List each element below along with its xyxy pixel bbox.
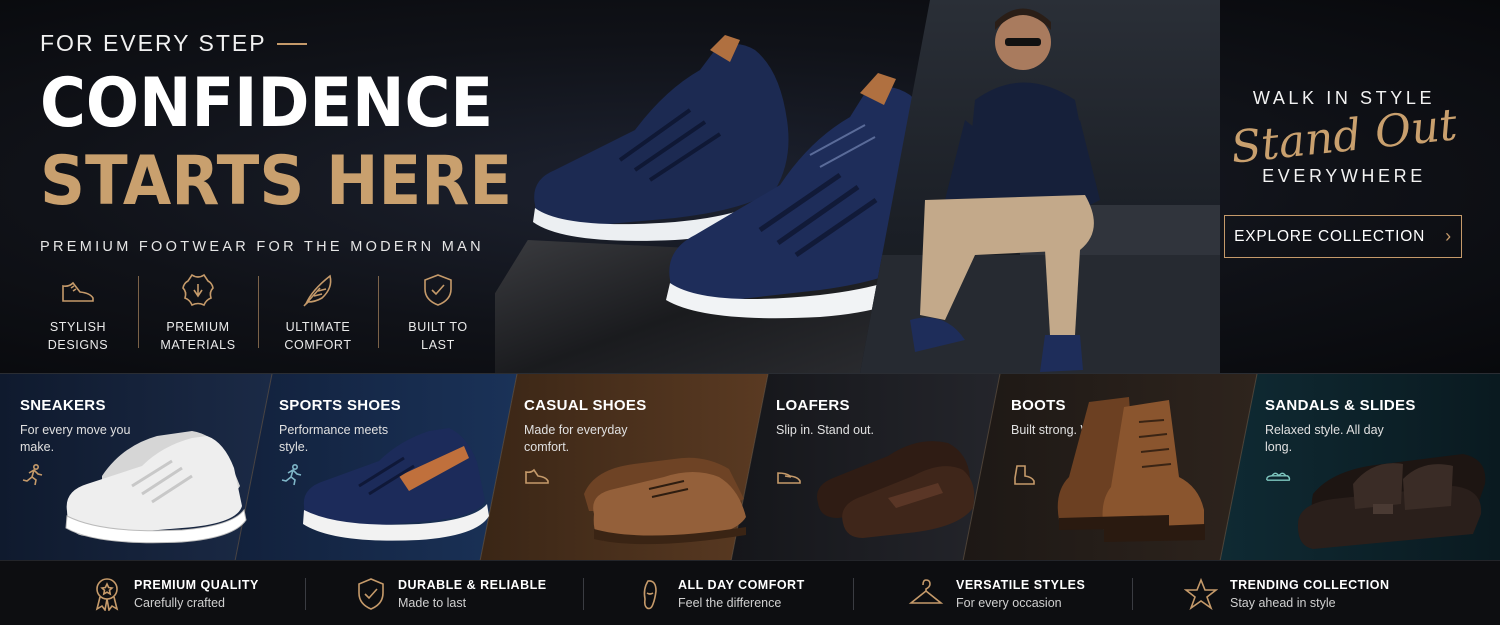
sandal-icon (1266, 472, 1291, 481)
shield-check-icon (424, 274, 452, 306)
benefit-sub: Stay ahead in style (1230, 595, 1336, 610)
benefit-title: VERSATILE STYLES (956, 577, 1086, 592)
tagline-script: Stand Out (1228, 99, 1460, 174)
star-icon (1184, 577, 1218, 610)
hero-copy: FOR EVERY STEP CONFIDENCE STARTS HERE PR… (40, 30, 513, 255)
headline-line-1: CONFIDENCE (40, 64, 494, 143)
category-casual-shoes[interactable]: CASUAL SHOES Made for everyday comfort. (504, 374, 754, 560)
eyebrow-rule (276, 42, 307, 45)
brown-casual-shoe-image (584, 457, 746, 545)
benefit-title: PREMIUM QUALITY (134, 577, 259, 592)
shield-check-icon (358, 577, 384, 610)
benefit-durable-reliable: DURABLE & RELIABLE Made to last (356, 561, 547, 625)
benefit-sub: Feel the difference (678, 595, 782, 610)
explore-collection-button[interactable]: EXPLORE COLLECTION › (1224, 215, 1462, 258)
category-loafers[interactable]: LOAFERS Slip in. Stand out. (756, 374, 991, 560)
benefit-title: DURABLE & RELIABLE (398, 577, 547, 592)
award-icon (95, 577, 119, 611)
category-sneakers[interactable]: SNEAKERS For every move you make. (0, 374, 250, 560)
footprint-icon (643, 579, 657, 609)
feature-built-to-last: BUILT TO LAST (378, 272, 498, 354)
shoe-icon (525, 468, 549, 484)
hero-banner: FOR EVERY STEP CONFIDENCE STARTS HERE PR… (0, 0, 1500, 373)
eyebrow-line: FOR EVERY STEP (40, 30, 500, 57)
black-sandal-image (1297, 454, 1486, 549)
hero-tagline: WALK IN STYLE Stand Out EVERYWHERE EXPLO… (1224, 88, 1464, 258)
benefit-title: ALL DAY COMFORT (678, 577, 805, 592)
benefit-sub: Made to last (398, 595, 467, 610)
benefit-trending-collection: TRENDING COLLECTION Stay ahead in style (1184, 561, 1390, 625)
benefit-title: TRENDING COLLECTION (1230, 577, 1390, 592)
chevron-right-icon: › (1445, 226, 1452, 246)
feature-label: PREMIUM MATERIALS (160, 320, 236, 352)
benefit-divider (1132, 578, 1133, 610)
benefit-versatile-styles: VERSATILE STYLES For every occasion (908, 561, 1085, 625)
explore-collection-label: EXPLORE COLLECTION (1234, 227, 1426, 245)
category-strip: SNEAKERS For every move you make. SPORTS… (0, 373, 1500, 560)
feather-icon (303, 274, 332, 307)
category-sports-shoes[interactable]: SPORTS SHOES Performance meets style. (259, 374, 509, 560)
hanger-icon (908, 578, 944, 604)
feature-ultimate-comfort: ULTIMATE COMFORT (258, 272, 378, 354)
feature-list: STYLISH DESIGNS PREMIUM MATERIALS ULTIMA… (18, 272, 498, 354)
running-icon (22, 464, 43, 486)
benefit-sub: Carefully crafted (134, 595, 226, 610)
shoe-icon (62, 281, 94, 302)
loafer-icon (777, 472, 801, 484)
category-title: SANDALS & SLIDES (1265, 397, 1416, 414)
benefit-divider (853, 578, 854, 610)
hero-subtitle: PREMIUM FOOTWEAR FOR THE MODERN MAN (40, 239, 484, 255)
feature-label: ULTIMATE COMFORT (284, 320, 352, 352)
feature-label: STYLISH DESIGNS (47, 320, 109, 352)
category-sandals-slides[interactable]: SANDALS & SLIDES Relaxed style. All day … (1245, 374, 1500, 560)
feature-stylish-designs: STYLISH DESIGNS (18, 272, 138, 354)
benefit-divider (305, 578, 306, 610)
headline-line-2: STARTS HERE (40, 142, 513, 221)
feature-label: BUILT TO LAST (408, 320, 468, 352)
feature-premium-materials: PREMIUM MATERIALS (138, 272, 258, 354)
category-boots[interactable]: BOOTS Built strong. Walk tall. (991, 374, 1236, 560)
leather-icon (182, 273, 214, 307)
benefit-sub: For every occasion (956, 595, 1062, 610)
navy-sports-shoe-image (303, 428, 489, 541)
benefit-divider (583, 578, 584, 610)
brown-boot-image (1057, 397, 1205, 542)
benefit-premium-quality: PREMIUM QUALITY Carefully crafted (92, 561, 259, 625)
model-photo (910, 8, 1100, 372)
white-sneaker-image (65, 431, 247, 544)
brown-loafer-image (817, 441, 975, 538)
category-title: CASUAL SHOES (524, 397, 647, 414)
eyebrow-text: FOR EVERY STEP (40, 30, 267, 56)
benefits-bar: PREMIUM QUALITY Carefully crafted DURABL… (0, 560, 1500, 625)
benefit-all-day-comfort: ALL DAY COMFORT Feel the difference (636, 561, 805, 625)
